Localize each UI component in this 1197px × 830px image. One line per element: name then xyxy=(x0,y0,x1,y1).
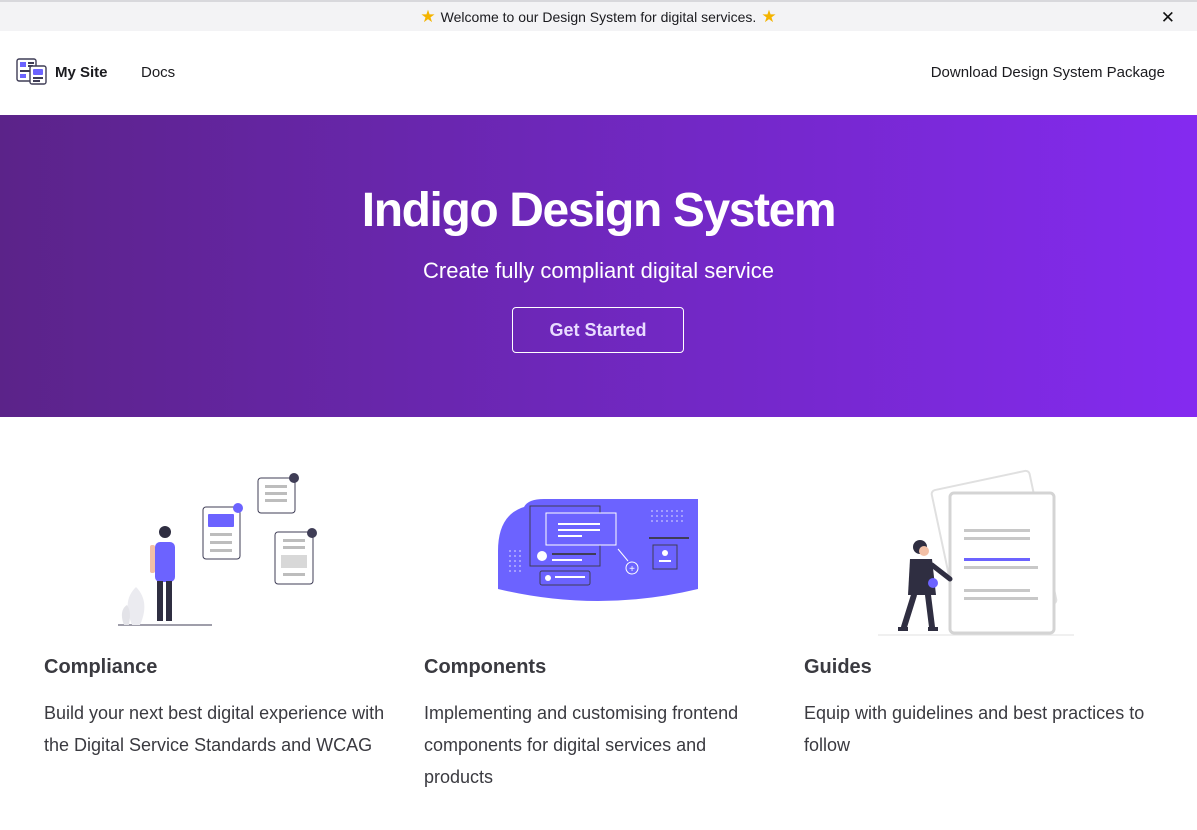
hero-section: Indigo Design System Create fully compli… xyxy=(0,115,1197,417)
site-name[interactable]: My Site xyxy=(55,64,108,81)
hero-title: Indigo Design System xyxy=(361,184,837,237)
feature-title-components: Components xyxy=(424,656,547,678)
components-illustration: + xyxy=(498,499,698,601)
site-logo-icon[interactable] xyxy=(16,58,47,87)
nav-docs-link[interactable]: Docs xyxy=(141,64,175,81)
announcement-banner: ★ Welcome to our Design System for digit… xyxy=(0,0,1197,31)
site-header: My Site Docs Download Design System Pack… xyxy=(0,31,1197,115)
hero-subtitle: Create fully compliant digital service xyxy=(423,258,774,283)
close-icon[interactable]: ✕ xyxy=(1161,8,1175,28)
banner-message: Welcome to our Design System for digital… xyxy=(440,8,757,25)
get-started-button[interactable]: Get Started xyxy=(512,307,684,353)
feature-description-compliance: Build your next best digital experience … xyxy=(44,703,385,755)
feature-description-guides: Equip with guidelines and best practices… xyxy=(804,703,1145,755)
feature-title-guides: Guides xyxy=(804,656,872,678)
compliance-illustration xyxy=(118,473,317,626)
nav-download-link[interactable]: Download Design System Package xyxy=(931,64,1165,81)
svg-text:+: + xyxy=(629,564,635,575)
star-icon: ★ xyxy=(420,6,436,26)
star-icon: ★ xyxy=(761,6,777,26)
guides-illustration xyxy=(878,469,1074,636)
feature-title-compliance: Compliance xyxy=(44,656,158,678)
feature-description-components: Implementing and customising frontend co… xyxy=(424,703,739,787)
